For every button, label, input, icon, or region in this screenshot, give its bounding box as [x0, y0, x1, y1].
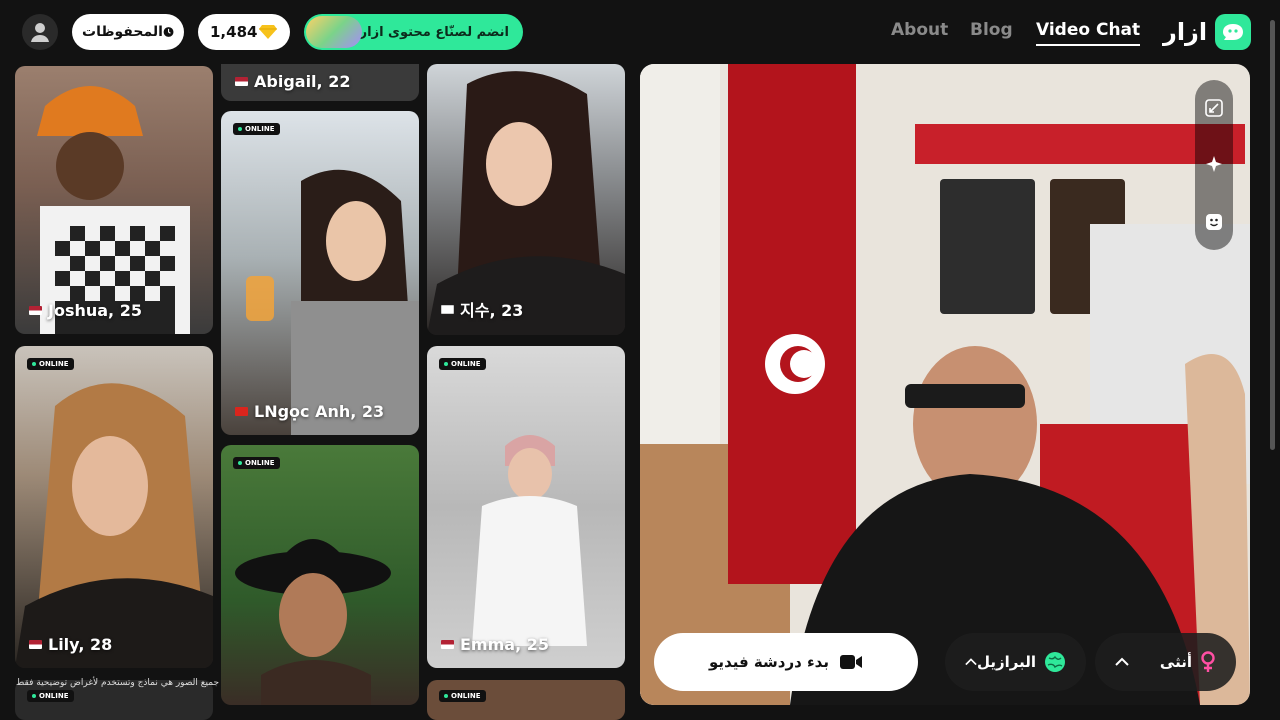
profile-photo [472, 435, 587, 646]
us-flag-icon [29, 306, 42, 315]
brand[interactable]: ازار [1163, 14, 1252, 50]
country-label: البرازيل [976, 653, 1036, 671]
gender-value: أنثى [1160, 651, 1216, 673]
badge-text: ONLINE [245, 459, 275, 467]
card-label: Emma, 25 [441, 635, 549, 654]
page-scrollbar[interactable] [1270, 20, 1275, 450]
user-icon [31, 23, 49, 42]
card-name: Emma, 25 [460, 635, 549, 654]
country-filter[interactable]: البرازيل [945, 633, 1086, 691]
badge-text: ONLINE [451, 360, 481, 368]
gender-filter[interactable]: أنثى [1095, 633, 1236, 691]
profile-card-emma[interactable]: ONLINE Emma, 25 [427, 346, 625, 668]
saved-button[interactable]: المحفوظات [72, 14, 184, 50]
online-dot-icon [238, 461, 242, 465]
chevron-up-icon [1115, 657, 1129, 666]
vn-flag-icon [235, 407, 248, 416]
coin-balance[interactable]: 1,484 [198, 14, 290, 50]
badge-text: ONLINE [39, 692, 69, 700]
profile-card-joshua[interactable]: Joshua, 25 [15, 66, 213, 334]
online-badge: ONLINE [233, 457, 280, 469]
profile-photo [427, 71, 625, 335]
join-label: انضم لصنّاع محتوى ازار [359, 24, 509, 40]
sparkle-icon[interactable] [1203, 154, 1225, 176]
country-value: البرازيل [977, 651, 1066, 673]
nav-video-chat[interactable]: Video Chat [1036, 20, 1141, 46]
user-avatar[interactable] [22, 14, 58, 50]
profile-card-partial[interactable]: ONLINE [427, 680, 625, 720]
card-label: Abigail, 22 [235, 72, 350, 91]
saved-label: المحفوظات [82, 24, 163, 40]
profile-photo [235, 539, 391, 705]
top-bar: المحفوظات 1,484 انضم لصنّاع محتوى ازار A… [0, 0, 1280, 64]
online-badge: ONLINE [27, 358, 74, 370]
online-dot-icon [32, 362, 36, 366]
kr-flag-icon [441, 304, 454, 314]
globe-icon [1045, 652, 1065, 672]
online-badge: ONLINE [27, 690, 74, 702]
profile-card-hat[interactable]: ONLINE [221, 445, 419, 705]
online-dot-icon [238, 127, 242, 131]
online-dot-icon [32, 694, 36, 698]
card-name: 지수, 23 [460, 301, 524, 320]
profile-card-jisoo[interactable]: 지수, 23 [427, 64, 625, 335]
profile-card-ngoc-anh[interactable]: ONLINE LNgọc Anh, 23 [221, 111, 419, 435]
video-camera-icon [839, 655, 862, 669]
card-label: 지수, 23 [441, 297, 523, 321]
creator-art-icon [306, 16, 362, 48]
profile-photo [37, 86, 190, 334]
chevron-up-icon [965, 658, 977, 666]
card-label: Joshua, 25 [29, 301, 142, 320]
coin-count: 1,484 [210, 23, 258, 41]
badge-text: ONLINE [451, 692, 481, 700]
card-label: LNgọc Anh, 23 [235, 402, 384, 421]
online-dot-icon [444, 362, 448, 366]
online-badge: ONLINE [439, 690, 486, 702]
us-flag-icon [29, 640, 42, 649]
card-name: Joshua, 25 [48, 301, 142, 320]
profile-card-abigail[interactable]: Abigail, 22 [221, 64, 419, 101]
face-filter-icon[interactable] [1203, 211, 1225, 233]
disclaimer-caption: جميع الصور هي نماذج وتستخدم لأغراض توضيح… [16, 678, 220, 688]
online-badge: ONLINE [439, 358, 486, 370]
azar-logo-icon [1215, 14, 1252, 50]
online-badge: ONLINE [233, 123, 280, 135]
video-tools-rail [1195, 80, 1233, 250]
diamond-icon [259, 25, 277, 39]
card-label: Lily, 28 [29, 635, 112, 654]
clock-icon [163, 27, 174, 37]
profile-card-lily[interactable]: ONLINE Lily, 28 [15, 346, 213, 668]
minimize-icon[interactable] [1203, 97, 1225, 119]
card-name: Abigail, 22 [254, 72, 351, 91]
profile-photo [15, 383, 213, 668]
gender-label: أنثى [1159, 653, 1192, 671]
profile-photo [246, 169, 419, 435]
card-name: LNgọc Anh, 23 [254, 402, 385, 421]
start-video-chat-button[interactable]: بدء دردشة فيديو [654, 633, 918, 691]
join-creators-banner[interactable]: انضم لصنّاع محتوى ازار [304, 14, 523, 50]
start-label: بدء دردشة فيديو [709, 653, 829, 671]
video-frame [640, 64, 1250, 705]
nav-blog[interactable]: Blog [970, 20, 1013, 40]
female-icon [1201, 651, 1215, 672]
video-preview [640, 64, 1250, 705]
us-flag-icon [235, 77, 248, 86]
brand-name: ازار [1163, 18, 1208, 46]
badge-text: ONLINE [39, 360, 69, 368]
card-name: Lily, 28 [48, 635, 113, 654]
online-dot-icon [444, 694, 448, 698]
us-flag-icon [441, 640, 454, 649]
badge-text: ONLINE [245, 125, 275, 133]
nav-about[interactable]: About [891, 20, 948, 40]
page: المحفوظات 1,484 انضم لصنّاع محتوى ازار A… [0, 0, 1280, 720]
